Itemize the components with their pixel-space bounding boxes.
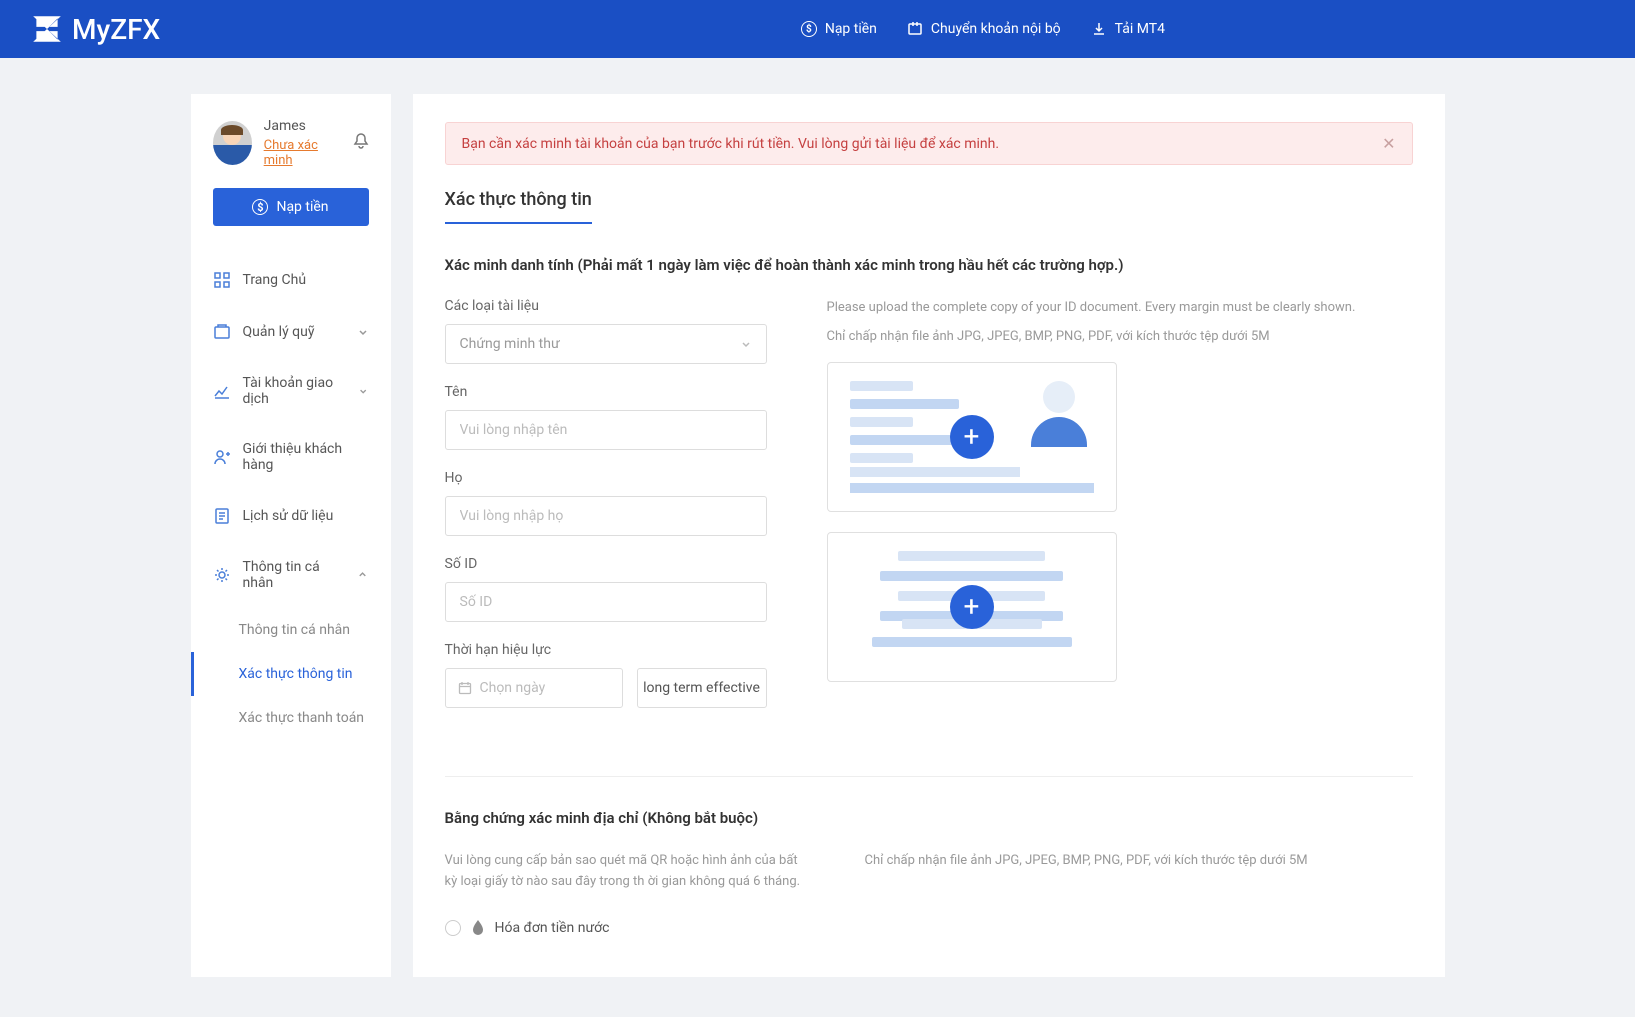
gear-icon <box>213 566 231 584</box>
upload-id-back[interactable]: + <box>827 532 1117 682</box>
radio-icon <box>445 920 461 936</box>
upload-address-doc-partial[interactable] <box>865 880 1155 900</box>
sidebar-item-home[interactable]: Trang Chủ <box>191 254 391 306</box>
sidebar-item-label: Tài khoản giao dịch <box>243 375 347 407</box>
person-icon <box>213 448 231 466</box>
plus-icon: + <box>950 415 994 459</box>
nav-transfer[interactable]: Chuyển khoản nội bộ <box>907 21 1061 37</box>
bell-icon[interactable] <box>353 132 369 154</box>
chart-icon <box>213 382 231 400</box>
sidebar-item-label: Trang Chủ <box>243 272 307 288</box>
sidebar-item-accounts[interactable]: Tài khoản giao dịch <box>191 358 391 424</box>
profile-block: James Chưa xác minh <box>191 118 391 188</box>
fname-label: Tên <box>445 384 767 400</box>
alert-close-button[interactable]: ✕ <box>1382 134 1395 153</box>
plus-icon: + <box>950 585 994 629</box>
option-label: Hóa đơn tiền nước <box>495 920 610 936</box>
chevron-up-icon <box>357 569 368 581</box>
id-number-input[interactable] <box>445 582 767 622</box>
logo-icon <box>30 12 64 46</box>
profile-name: James <box>264 118 341 134</box>
sidebar-deposit-button[interactable]: $ Nạp tiền <box>213 188 369 226</box>
wallet-icon <box>213 323 231 341</box>
alert-text: Bạn cần xác minh tài khoản của bạn trước… <box>462 136 1000 152</box>
expiry-label: Thời hạn hiệu lực <box>445 642 767 658</box>
id-label: Số ID <box>445 556 767 572</box>
page-title: Xác thực thông tin <box>445 189 592 224</box>
avatar[interactable] <box>213 121 252 165</box>
sidebar-item-label: Thông tin cá nhân <box>243 559 346 591</box>
doc-type-label: Các loại tài liệu <box>445 298 767 314</box>
sidebar-item-referral[interactable]: Giới thiệu khách hàng <box>191 424 391 490</box>
upload-hint-2: Chỉ chấp nhận file ảnh JPG, JPEG, BMP, P… <box>827 327 1413 348</box>
section-divider <box>445 776 1413 777</box>
chevron-down-icon <box>358 385 368 397</box>
sidebar-deposit-label: Nạp tiền <box>276 199 328 215</box>
last-name-input[interactable] <box>445 496 767 536</box>
sidebar-item-label: Quản lý quỹ <box>243 324 315 340</box>
sidebar-item-personal[interactable]: Thông tin cá nhân <box>191 542 391 608</box>
address-heading: Bằng chứng xác minh địa chỉ (Không bắt b… <box>445 809 1413 827</box>
doc-type-select[interactable]: Chứng minh thư <box>445 324 767 364</box>
sidebar-item-fund[interactable]: Quản lý quỹ <box>191 306 391 358</box>
top-header: MyZFX $ Nạp tiền Chuyển khoản nội bộ Tải… <box>0 0 1635 58</box>
nav-deposit-label: Nạp tiền <box>825 21 877 37</box>
dollar-icon: $ <box>252 199 268 215</box>
sidebar-item-history[interactable]: Lịch sử dữ liệu <box>191 490 391 542</box>
profile-status-link[interactable]: Chưa xác minh <box>264 138 341 168</box>
sidebar-sub-personal[interactable]: Thông tin cá nhân <box>191 608 391 652</box>
first-name-input[interactable] <box>445 410 767 450</box>
nav-transfer-label: Chuyển khoản nội bộ <box>931 21 1061 37</box>
address-desc: Vui lòng cung cấp bản sao quét mã QR hoặ… <box>445 851 805 893</box>
transfer-icon <box>907 21 923 37</box>
sidebar-sub-verify-payment[interactable]: Xác thực thanh toán <box>191 696 391 740</box>
upload-hint-1: Please upload the complete copy of your … <box>827 298 1413 319</box>
sidebar-sub-verify-info[interactable]: Xác thực thông tin <box>191 652 391 696</box>
header-nav: $ Nạp tiền Chuyển khoản nội bộ Tải MT4 <box>801 21 1165 37</box>
document-icon <box>213 507 231 525</box>
sidebar: James Chưa xác minh $ Nạp tiền Trang Chủ… <box>191 94 391 977</box>
long-term-button[interactable]: long term effective <box>637 668 767 708</box>
upload-id-front[interactable]: + <box>827 362 1117 512</box>
identity-heading: Xác minh danh tính (Phải mất 1 ngày làm … <box>445 256 1413 274</box>
sidebar-item-label: Giới thiệu khách hàng <box>243 441 369 473</box>
dollar-icon: $ <box>801 21 817 37</box>
grid-icon <box>213 271 231 289</box>
calendar-icon <box>458 681 472 695</box>
verification-alert: Bạn cần xác minh tài khoản của bạn trước… <box>445 122 1413 165</box>
logo[interactable]: MyZFX <box>30 12 160 46</box>
chevron-down-icon <box>740 338 752 350</box>
main-content: Bạn cần xác minh tài khoản của bạn trước… <box>413 94 1445 977</box>
expiry-date-picker[interactable]: Chọn ngày <box>445 668 623 708</box>
download-icon <box>1091 21 1107 37</box>
logo-text: MyZFX <box>72 13 160 46</box>
doc-type-value: Chứng minh thư <box>460 336 560 352</box>
lname-label: Họ <box>445 470 767 486</box>
nav-download[interactable]: Tải MT4 <box>1091 21 1165 37</box>
nav-deposit[interactable]: $ Nạp tiền <box>801 21 877 37</box>
address-upload-hint: Chỉ chấp nhận file ảnh JPG, JPEG, BMP, P… <box>865 851 1413 872</box>
expiry-ph: Chọn ngày <box>480 680 546 696</box>
chevron-down-icon <box>357 326 369 338</box>
sidebar-item-label: Lịch sử dữ liệu <box>243 508 334 524</box>
water-drop-icon <box>471 919 485 937</box>
address-option-water[interactable]: Hóa đơn tiền nước <box>445 919 805 937</box>
nav-download-label: Tải MT4 <box>1115 21 1165 37</box>
